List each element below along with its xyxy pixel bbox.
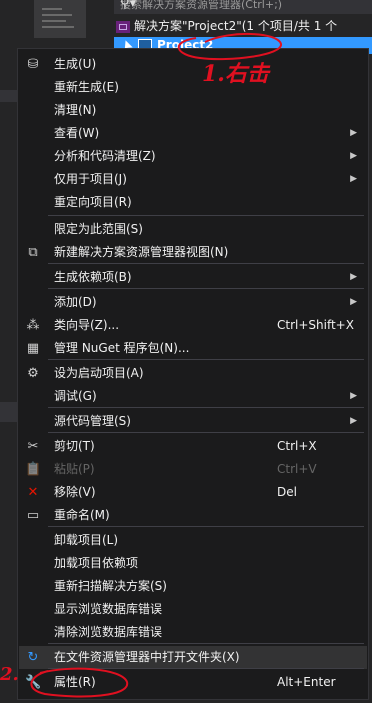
menu-item-label: 新建解决方案资源管理器视图(N) (54, 245, 229, 259)
menu-item-label: 加载项目依赖项 (54, 556, 139, 570)
rename-icon: ▭ (26, 508, 40, 523)
menu-item-label: 重定向项目(R) (54, 195, 132, 209)
submenu-arrow-icon: ▶ (350, 128, 357, 138)
menu-item-label: 仅用于项目(J) (54, 172, 127, 186)
menu-separator (48, 668, 364, 669)
menu-item[interactable]: ↻ 在文件资源管理器中打开文件夹(X) (19, 646, 367, 669)
menu-separator (48, 526, 364, 527)
menu-item-label: 调试(G) (54, 389, 97, 403)
nuget-icon: ▦ (26, 341, 40, 356)
menu-item[interactable]: 🔧 属性(R) Alt+Enter (19, 671, 367, 694)
document-thumbnail (34, 0, 86, 38)
submenu-arrow-icon: ▶ (350, 272, 357, 282)
menu-item[interactable]: 清除浏览数据库错误 (19, 621, 367, 644)
paste-icon: 📋 (25, 462, 42, 477)
menu-item-label: 生成(U) (54, 57, 97, 71)
menu-item[interactable]: 加载项目依赖项 (19, 552, 367, 575)
submenu-arrow-icon: ▶ (350, 174, 357, 184)
menu-item-label: 属性(R) (54, 675, 96, 689)
menu-item[interactable]: ⛁ 生成(U) (19, 53, 367, 76)
menu-item[interactable]: 限定为此范围(S) (19, 218, 367, 241)
menu-item-shortcut: Ctrl+X (277, 439, 317, 453)
menu-item[interactable]: ✕ 移除(V) Del (19, 481, 367, 504)
build-icon: ⛁ (27, 57, 39, 72)
project-context-menu: ⛁ 生成(U) 重新生成(E) 清理(N) 查看(W) ▶ 分析和代码清理(Z) ▶ 仅用于项目… (17, 48, 369, 700)
menu-item[interactable]: ⧉ 新建解决方案资源管理器视图(N) (19, 241, 367, 264)
submenu-arrow-icon: ▶ (350, 151, 357, 161)
scissors-icon: ✂ (27, 439, 39, 454)
menu-item[interactable]: 调试(G) ▶ (19, 385, 367, 408)
menu-item[interactable]: ⚙ 设为启动项目(A) (19, 362, 367, 385)
menu-separator (48, 215, 364, 216)
solution-icon (116, 20, 130, 33)
menu-item-shortcut: Del (277, 485, 297, 499)
menu-item-label: 在文件资源管理器中打开文件夹(X) (54, 650, 240, 664)
menu-separator (48, 288, 364, 289)
remove-icon: ✕ (27, 485, 39, 500)
menu-item-label: 管理 NuGet 程序包(N)... (54, 341, 190, 355)
menu-item[interactable]: 生成依赖项(B) ▶ (19, 266, 367, 289)
menu-item-label: 重新生成(E) (54, 80, 119, 94)
menu-item-shortcut: Alt+Enter (277, 675, 336, 689)
menu-item[interactable]: 源代码管理(S) ▶ (19, 410, 367, 433)
menu-item-label: 类向导(Z)... (54, 318, 120, 332)
submenu-arrow-icon: ▶ (350, 391, 357, 401)
menu-item-label: 设为启动项目(A) (54, 366, 144, 380)
menu-item[interactable]: 卸载项目(L) (19, 529, 367, 552)
gear-icon: ⚙ (27, 366, 39, 381)
menu-item-label: 剪切(T) (54, 439, 95, 453)
menu-item[interactable]: 重定向项目(R) (19, 191, 367, 214)
search-icon[interactable]: ⚲▾ (120, 0, 356, 10)
menu-item-label: 清理(N) (54, 103, 97, 117)
menu-item-label: 分析和代码清理(Z) (54, 149, 156, 163)
menu-item[interactable]: 仅用于项目(J) ▶ (19, 168, 367, 191)
menu-item[interactable]: ▦ 管理 NuGet 程序包(N)... (19, 337, 367, 360)
menu-separator (48, 263, 364, 264)
menu-item-label: 重命名(M) (54, 508, 110, 522)
wrench-icon: 🔧 (25, 675, 42, 690)
menu-item-label: 显示浏览数据库错误 (54, 602, 163, 616)
menu-separator (48, 643, 364, 644)
menu-item-label: 卸载项目(L) (54, 533, 119, 547)
menu-separator (48, 407, 364, 408)
menu-item-shortcut: Ctrl+V (277, 462, 317, 476)
open-folder-icon: ↻ (27, 650, 39, 665)
menu-item[interactable]: 重新生成(E) (19, 76, 367, 99)
menu-item-label: 添加(D) (54, 295, 97, 309)
solution-explorer-search[interactable]: 搜索解决方案资源管理器(Ctrl+;) ⚲▾ (114, 0, 372, 14)
class-wizard-icon: ⁂ (26, 318, 40, 333)
menu-item[interactable]: ▭ 重命名(M) (19, 504, 367, 527)
menu-item[interactable]: 清理(N) (19, 99, 367, 122)
menu-separator (48, 359, 364, 360)
menu-item-label: 清除浏览数据库错误 (54, 625, 163, 639)
menu-item[interactable]: 添加(D) ▶ (19, 291, 367, 314)
annotation-step-2: 2. (0, 664, 19, 685)
menu-item[interactable]: 分析和代码清理(Z) ▶ (19, 145, 367, 168)
solution-label: 解决方案"Project2"(1 个项目/共 1 个 (134, 19, 338, 33)
menu-item[interactable]: 查看(W) ▶ (19, 122, 367, 145)
menu-item-label: 生成依赖项(B) (54, 270, 132, 284)
menu-item-label: 查看(W) (54, 126, 100, 140)
menu-item-label: 重新扫描解决方案(S) (54, 579, 167, 593)
menu-item-label: 粘贴(P) (54, 462, 95, 476)
menu-item[interactable]: ✂ 剪切(T) Ctrl+X (19, 435, 367, 458)
menu-item-shortcut: Ctrl+Shift+X (277, 318, 354, 332)
menu-item-label: 移除(V) (54, 485, 96, 499)
menu-item[interactable]: 重新扫描解决方案(S) (19, 575, 367, 598)
submenu-arrow-icon: ▶ (350, 416, 357, 426)
menu-item-label: 源代码管理(S) (54, 414, 131, 428)
annotation-step-1: 1.右击 (202, 61, 269, 87)
menu-item: 📋 粘贴(P) Ctrl+V (19, 458, 367, 481)
tree-item-solution[interactable]: 解决方案"Project2"(1 个项目/共 1 个 (112, 16, 372, 36)
menu-item[interactable]: ⁂ 类向导(Z)... Ctrl+Shift+X (19, 314, 367, 337)
menu-separator (48, 432, 364, 433)
menu-item-label: 限定为此范围(S) (54, 222, 143, 236)
new-view-icon: ⧉ (28, 245, 38, 260)
submenu-arrow-icon: ▶ (350, 297, 357, 307)
menu-item[interactable]: 显示浏览数据库错误 (19, 598, 367, 621)
